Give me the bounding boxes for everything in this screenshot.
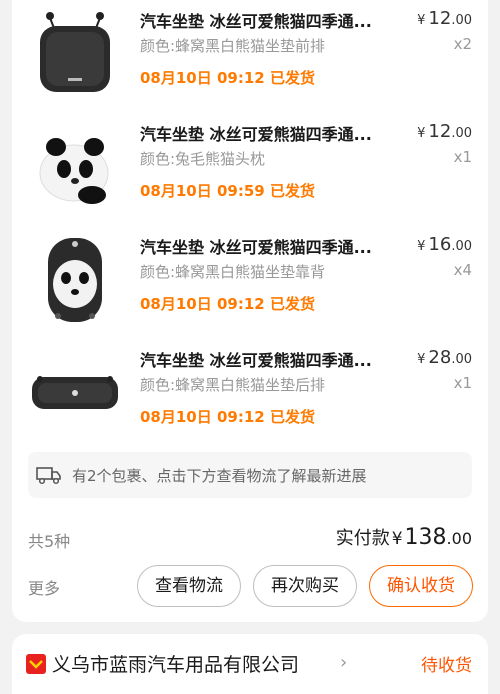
product-title[interactable]: 汽车坐垫 冰丝可爱熊猫四季通... xyxy=(140,234,415,258)
quantity: x1 xyxy=(453,374,472,392)
more-button[interactable]: 更多 xyxy=(28,575,60,599)
total-paid: 实付款 ¥138.00 xyxy=(336,524,472,550)
product-variant: 颜色:兔毛熊猫头枕 xyxy=(140,150,266,168)
order-status: 待收货 xyxy=(421,656,472,676)
product-title[interactable]: 汽车坐垫 冰丝可爱熊猫四季通... xyxy=(140,347,415,371)
chevron-right-icon[interactable]: › xyxy=(340,652,347,673)
price-integer: 16 xyxy=(428,234,452,255)
ship-status: 08月10日 09:59 已发货 xyxy=(140,182,315,200)
total-integer: 138 xyxy=(404,525,447,550)
view-logistics-button[interactable]: 查看物流 xyxy=(137,565,241,607)
ship-status: 08月10日 09:12 已发货 xyxy=(140,408,315,426)
unit-price: ¥16.00 xyxy=(417,234,472,255)
currency-symbol: ¥ xyxy=(417,13,426,28)
unit-price: ¥28.00 xyxy=(417,347,472,368)
currency-symbol: ¥ xyxy=(417,239,426,254)
currency-symbol: ¥ xyxy=(417,126,426,141)
total-label: 实付款 xyxy=(335,528,390,549)
product-image-panda-seat-back[interactable] xyxy=(28,232,122,326)
order-item[interactable]: 汽车坐垫 冰丝可爱熊猫四季通... ¥12.00 颜色:蜂窝黑白熊猫坐垫前排 x… xyxy=(12,0,488,113)
confirm-receipt-button[interactable]: 确认收货 xyxy=(369,565,473,607)
currency-symbol: ¥ xyxy=(391,529,403,549)
price-integer: 12 xyxy=(428,8,452,29)
order-item[interactable]: 汽车坐垫 冰丝可爱熊猫四季通... ¥12.00 颜色:兔毛熊猫头枕 x1 08… xyxy=(12,113,488,226)
product-image-panda-pillow[interactable] xyxy=(28,121,122,215)
package-notice-text: 有2个包裹、点击下方查看物流了解最新进展 xyxy=(72,467,367,485)
ship-status: 08月10日 09:12 已发货 xyxy=(140,295,315,313)
order-item[interactable]: 汽车坐垫 冰丝可爱熊猫四季通... ¥28.00 颜色:蜂窝黑白熊猫坐垫后排 x… xyxy=(12,339,488,452)
product-variant: 颜色:蜂窝黑白熊猫坐垫前排 xyxy=(140,37,326,55)
package-notice[interactable]: 有2个包裹、点击下方查看物流了解最新进展 xyxy=(28,452,472,498)
product-image-seat-front[interactable] xyxy=(28,8,122,102)
quantity: x2 xyxy=(453,35,472,53)
buy-again-button[interactable]: 再次购买 xyxy=(253,565,357,607)
product-variant: 颜色:蜂窝黑白熊猫坐垫靠背 xyxy=(140,263,326,281)
price-integer: 28 xyxy=(428,347,452,368)
next-order-card[interactable]: 义乌市蓝雨汽车用品有限公司 › 待收货 xyxy=(12,634,488,694)
quantity: x4 xyxy=(453,261,472,279)
product-variant: 颜色:蜂窝黑白熊猫坐垫后排 xyxy=(140,376,326,394)
quantity: x1 xyxy=(453,148,472,166)
currency-symbol: ¥ xyxy=(417,352,426,367)
price-decimal: .00 xyxy=(451,126,472,141)
price-decimal: .00 xyxy=(451,13,472,28)
order-card: 汽车坐垫 冰丝可爱熊猫四季通... ¥12.00 颜色:蜂窝黑白熊猫坐垫前排 x… xyxy=(12,0,488,622)
product-title[interactable]: 汽车坐垫 冰丝可爱熊猫四季通... xyxy=(140,8,415,32)
price-decimal: .00 xyxy=(451,352,472,367)
product-title[interactable]: 汽车坐垫 冰丝可爱熊猫四季通... xyxy=(140,121,415,145)
unit-price: ¥12.00 xyxy=(417,8,472,29)
order-item[interactable]: 汽车坐垫 冰丝可爱熊猫四季通... ¥16.00 颜色:蜂窝黑白熊猫坐垫靠背 x… xyxy=(12,226,488,339)
price-integer: 12 xyxy=(428,121,452,142)
ship-status: 08月10日 09:12 已发货 xyxy=(140,69,315,87)
shop-logo-icon xyxy=(26,654,46,674)
unit-price: ¥12.00 xyxy=(417,121,472,142)
item-count: 共5种 xyxy=(28,532,71,551)
truck-icon xyxy=(36,467,61,485)
price-decimal: .00 xyxy=(451,239,472,254)
shop-name[interactable]: 义乌市蓝雨汽车用品有限公司 xyxy=(52,650,299,677)
total-decimal: .00 xyxy=(446,529,472,548)
product-image-seat-rear[interactable] xyxy=(28,347,122,441)
